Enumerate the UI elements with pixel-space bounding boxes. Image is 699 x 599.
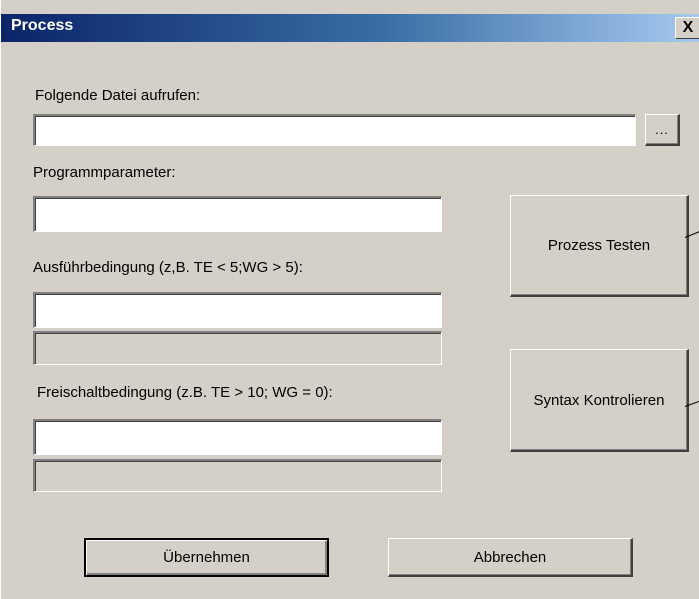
file-input[interactable]: [35, 116, 635, 145]
enable-condition-field[interactable]: [33, 419, 442, 455]
file-label: Folgende Datei aufrufen:: [35, 87, 201, 104]
test-process-button[interactable]: Prozess Testen: [510, 195, 689, 297]
params-field[interactable]: [33, 196, 442, 232]
exec-condition-field[interactable]: [33, 292, 442, 328]
enable-condition-input[interactable]: [35, 421, 441, 454]
window-title: Process: [11, 17, 74, 34]
exec-condition-label: Ausführbedingung (z,B. TE < 5;WG > 5):: [33, 259, 303, 276]
file-field[interactable]: [33, 114, 636, 146]
enable-condition-status: [33, 459, 442, 492]
enable-condition-label: Freischaltbedingung (z.B. TE > 10; WG = …: [37, 384, 333, 401]
cancel-button[interactable]: Abbrechen: [388, 538, 633, 577]
title-bar[interactable]: Process X: [1, 14, 699, 42]
browse-button[interactable]: ...: [645, 114, 680, 146]
apply-button[interactable]: Übernehmen: [84, 538, 329, 577]
close-button[interactable]: X: [675, 17, 699, 39]
params-label: Programmparameter:: [33, 164, 176, 181]
process-dialog: Process X Folgende Datei aufrufen: ... P…: [0, 0, 699, 599]
params-input[interactable]: [35, 198, 441, 231]
exec-condition-input[interactable]: [35, 294, 441, 327]
check-syntax-button[interactable]: Syntax Kontrolieren: [510, 349, 689, 452]
exec-condition-status: [33, 331, 442, 365]
